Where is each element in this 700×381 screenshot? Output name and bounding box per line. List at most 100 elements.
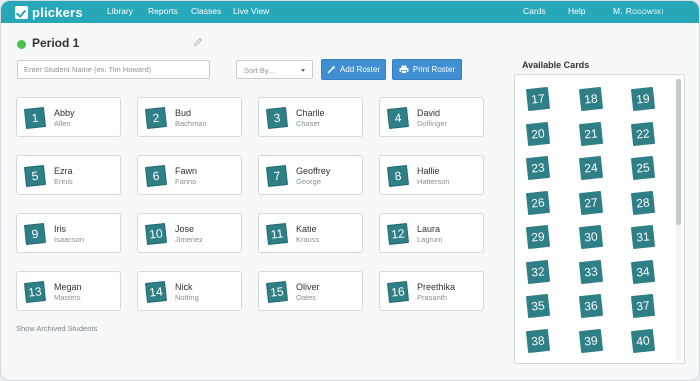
available-card[interactable]: 22 [630,121,656,146]
student-last-name: Lagrum [417,235,443,244]
printer-icon [399,65,409,74]
available-card[interactable]: 21 [578,121,604,146]
available-card[interactable]: 18 [578,86,604,112]
student-last-name: Allen [54,119,71,128]
student-first-name: Katie [296,224,317,234]
available-card[interactable]: 37 [630,293,656,319]
class-status-dot [17,40,26,49]
available-card[interactable]: 36 [578,293,604,319]
student-first-name: Ezra [54,166,73,176]
student-first-name: Hallie [417,166,440,176]
student-card[interactable]: 16 Preethika Prasanth [379,271,484,311]
student-last-name: Jimenez [175,235,203,244]
available-card[interactable]: 33 [578,259,604,284]
student-last-name: Oates [296,293,317,302]
student-card[interactable]: 12 Laura Lagrum [379,213,484,253]
card-number-badge: 5 [24,165,46,187]
available-card[interactable]: 38 [525,328,551,353]
user-menu[interactable]: M. Rogowski [613,6,664,16]
card-number-badge: 1 [24,107,46,129]
student-card[interactable]: 1 Abby Allen [16,97,121,137]
student-card[interactable]: 15 Oliver Oates [258,271,363,311]
student-first-name: Laura [417,224,441,234]
nav-live-view[interactable]: Live View [233,6,269,16]
student-last-name: Chaser [296,119,321,128]
student-name-input[interactable] [17,60,210,79]
add-roster-button[interactable]: Add Roster [321,59,386,80]
nav-reports[interactable]: Reports [148,6,178,16]
available-card[interactable]: 19 [630,86,656,112]
card-number-badge: 6 [145,165,167,187]
student-card[interactable]: 9 Iris Isaacson [16,213,121,253]
student-card[interactable]: 10 Jose Jimenez [137,213,242,253]
student-last-name: Dolfinger [417,119,448,128]
nav-cards[interactable]: Cards [523,6,546,16]
card-number-badge: 4 [387,107,409,129]
student-card[interactable]: 5 Ezra Ennis [16,155,121,195]
show-archived-students-link[interactable]: Show Archived Students [16,324,97,333]
student-first-name: Preethika [417,282,456,292]
student-card[interactable]: 14 Nick Notting [137,271,242,311]
student-card[interactable]: 2 Bud Bachman [137,97,242,137]
available-cards-panel: 17 18 19 20 21 22 23 24 25 26 27 28 29 30 31 32 33 34 35 36… [514,74,685,364]
student-last-name: Masters [54,293,81,302]
student-card[interactable]: 4 David Dolfinger [379,97,484,137]
card-number-badge: 16 [387,281,409,303]
cards-scrollbar-thumb[interactable] [676,79,681,225]
logo-text: plickers [32,4,83,20]
student-card[interactable]: 13 Megan Masters [16,271,121,311]
logo-check-icon [15,5,28,19]
available-card[interactable]: 29 [525,224,551,250]
student-first-name: Nick [175,282,193,292]
available-card[interactable]: 23 [525,155,551,181]
available-card[interactable]: 31 [630,224,656,250]
available-card[interactable]: 35 [525,293,551,319]
student-first-name: Charlie [296,108,325,118]
card-number-badge: 12 [387,223,409,245]
card-number-badge: 13 [24,281,46,303]
nav-library[interactable]: Library [107,6,133,16]
student-first-name: Iris [54,224,66,234]
available-card[interactable]: 20 [525,121,551,146]
card-number-badge: 2 [145,107,167,129]
available-card[interactable]: 24 [578,155,604,181]
sort-dropdown[interactable]: Sort By... [236,60,313,79]
student-card[interactable]: 8 Hallie Hatterson [379,155,484,195]
nav-help[interactable]: Help [568,6,585,16]
student-card[interactable]: 11 Katie Krauss [258,213,363,253]
student-card[interactable]: 3 Charlie Chaser [258,97,363,137]
available-card[interactable]: 39 [578,328,604,353]
plickers-logo[interactable]: plickers [15,3,83,21]
student-last-name: Notting [175,293,199,302]
student-last-name: Krauss [296,235,320,244]
card-number-badge: 14 [145,281,167,303]
pencil-icon[interactable] [193,37,203,47]
card-number-badge: 11 [266,223,288,245]
available-card[interactable]: 32 [525,259,551,284]
add-roster-label: Add Roster [339,65,381,74]
student-first-name: Geoffrey [296,166,331,176]
student-card[interactable]: 6 Fawn Farino [137,155,242,195]
print-roster-label: Print Roster [412,65,456,74]
card-number-badge: 10 [145,223,167,245]
student-last-name: Bachman [175,119,207,128]
class-title: Period 1 [32,36,80,50]
available-card[interactable]: 26 [525,190,551,215]
available-card[interactable]: 30 [578,224,604,250]
print-roster-button[interactable]: Print Roster [392,59,462,80]
student-last-name: Farino [175,177,197,186]
available-card[interactable]: 40 [630,328,656,353]
student-last-name: Prasanth [417,293,448,302]
available-card[interactable]: 34 [630,259,656,284]
nav-classes[interactable]: Classes [191,6,221,16]
available-card[interactable]: 28 [630,190,656,215]
student-first-name: Fawn [175,166,198,176]
app-window: plickers Library Reports Classes Live Vi… [0,0,700,381]
chevron-down-icon [301,69,305,72]
card-number-badge: 15 [266,281,288,303]
available-card[interactable]: 27 [578,190,604,215]
available-card[interactable]: 17 [525,86,551,112]
student-card[interactable]: 7 Geoffrey George [258,155,363,195]
available-card[interactable]: 25 [630,155,656,181]
card-number-badge: 9 [24,223,46,245]
